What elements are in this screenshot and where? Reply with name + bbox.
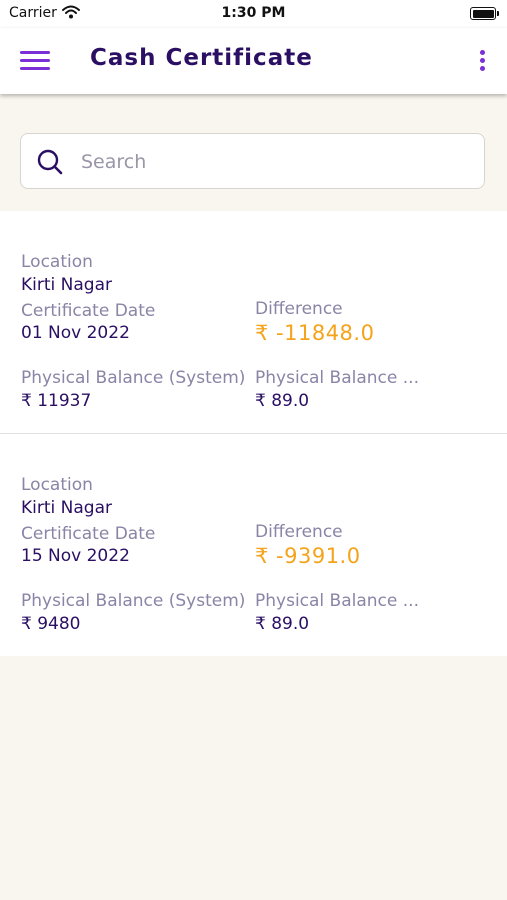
- certificate-date-label: Certificate Date: [21, 301, 156, 321]
- app-bar: Cash Certificate: [0, 28, 507, 94]
- search-icon: [36, 148, 64, 176]
- physical-balance-value: ₹ 89.0: [255, 614, 310, 634]
- location-label: Location: [21, 475, 93, 495]
- search-box[interactable]: [20, 133, 485, 189]
- certificate-date-value: 15 Nov 2022: [21, 546, 130, 566]
- physical-balance-label: Physical Balance ...: [255, 591, 419, 611]
- location-value: Kirti Nagar: [21, 498, 112, 518]
- status-bar: Carrier 1:30 PM: [0, 0, 507, 28]
- difference-label: Difference: [255, 522, 343, 542]
- physical-balance-system-value: ₹ 11937: [21, 391, 92, 411]
- location-label: Location: [21, 252, 93, 272]
- certificate-list: Location Kirti Nagar Certificate Date 01…: [0, 211, 507, 656]
- physical-balance-label: Physical Balance ...: [255, 368, 419, 388]
- physical-balance-system-label: Physical Balance (System): [21, 368, 246, 388]
- certificate-date-label: Certificate Date: [21, 524, 156, 544]
- physical-balance-value: ₹ 89.0: [255, 391, 310, 411]
- difference-label: Difference: [255, 299, 343, 319]
- difference-value: ₹ -11848.0: [255, 321, 375, 345]
- certificate-date-value: 01 Nov 2022: [21, 323, 130, 343]
- clock-time: 1:30 PM: [221, 5, 286, 21]
- certificate-card[interactable]: Location Kirti Nagar Certificate Date 15…: [0, 434, 507, 656]
- more-vertical-icon[interactable]: [476, 49, 488, 73]
- certificate-card[interactable]: Location Kirti Nagar Certificate Date 01…: [0, 211, 507, 434]
- location-value: Kirti Nagar: [21, 275, 112, 295]
- search-input[interactable]: [79, 142, 478, 182]
- hamburger-menu-icon[interactable]: [20, 49, 50, 73]
- difference-value: ₹ -9391.0: [255, 544, 361, 568]
- page-title: Cash Certificate: [90, 45, 313, 71]
- battery-icon: [470, 7, 499, 20]
- physical-balance-system-label: Physical Balance (System): [21, 591, 246, 611]
- physical-balance-system-value: ₹ 9480: [21, 614, 81, 634]
